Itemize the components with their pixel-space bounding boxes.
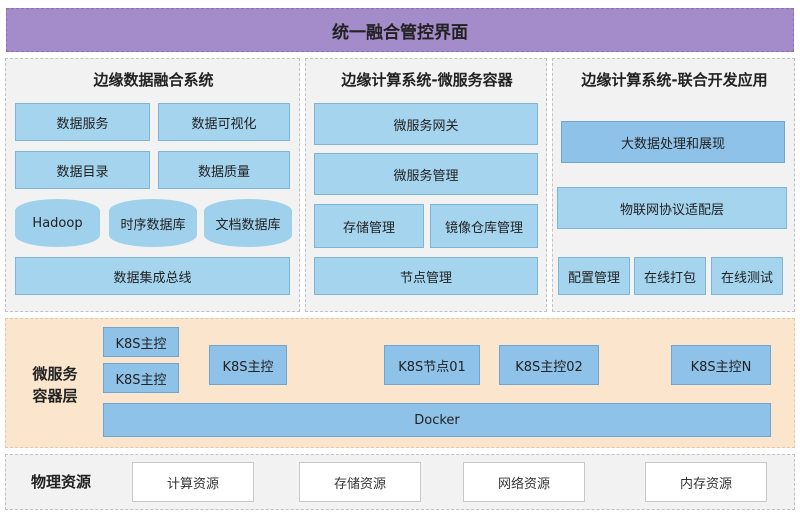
joint-dev-title: 边缘计算系统-联合开发应用 (581, 70, 768, 89)
k8s-master-box-c: K8S主控 (209, 345, 287, 385)
microservice-gateway-box: 微服务网关 (314, 103, 538, 145)
online-packaging-box: 在线打包 (634, 257, 706, 295)
data-integration-bus: 数据集成总线 (15, 257, 290, 295)
microservice-layer-label-line2: 容器层 (32, 387, 78, 405)
network-resource-box: 网络资源 (463, 462, 585, 502)
k8s-master-box-b: K8S主控 (103, 363, 179, 393)
compute-resource-box: 计算资源 (132, 462, 254, 502)
data-service-box: 数据服务 (15, 103, 150, 141)
microservice-container-layer: 微服务 容器层 K8S主控 K8S主控 K8S主控 K8S节点01 K8S主控0… (5, 318, 795, 448)
data-visualization-box: 数据可视化 (158, 103, 290, 141)
physical-resources-label: 物理资源 (30, 473, 91, 491)
bigdata-processing-box: 大数据处理和展现 (561, 121, 785, 163)
config-management-box: 配置管理 (558, 257, 630, 295)
data-quality-box: 数据质量 (158, 151, 290, 189)
physical-resources-layer: 物理资源 计算资源 存储资源 网络资源 内存资源 (5, 454, 795, 510)
online-testing-box: 在线测试 (711, 257, 783, 295)
image-registry-box: 镜像仓库管理 (430, 204, 538, 248)
unified-control-title: 统一融合管控界面 (6, 8, 794, 52)
docker-box: Docker (103, 403, 771, 437)
microservice-layer-label: 微服务 容器层 (20, 363, 90, 407)
microservice-management-box: 微服务管理 (314, 153, 538, 195)
storage-resource-box: 存储资源 (299, 462, 421, 502)
joint-dev-panel: 边缘计算系统-联合开发应用 大数据处理和展现 物联网协议适配层 配置管理 在线打… (552, 58, 795, 312)
document-db-cylinder: 文档数据库 (204, 199, 292, 247)
storage-management-box: 存储管理 (314, 204, 424, 248)
hadoop-cylinder: Hadoop (15, 199, 100, 247)
node-management-box: 节点管理 (314, 257, 538, 295)
k8s-master-box-a: K8S主控 (103, 327, 179, 357)
k8s-masterN-box: K8S主控N (671, 345, 771, 385)
microservice-layer-label-line1: 微服务 (32, 365, 78, 383)
data-fusion-title: 边缘数据融合系统 (93, 70, 214, 89)
timeseries-db-cylinder: 时序数据库 (109, 199, 197, 247)
iot-protocol-box: 物联网协议适配层 (557, 187, 787, 229)
data-fusion-panel: 边缘数据融合系统 数据服务 数据可视化 数据目录 数据质量 Hadoop 时序数… (5, 58, 300, 312)
k8s-node01-box: K8S节点01 (384, 345, 480, 385)
data-catalog-box: 数据目录 (15, 151, 150, 189)
microservice-container-panel: 边缘计算系统-微服务容器 微服务网关 微服务管理 存储管理 镜像仓库管理 节点管… (305, 58, 547, 312)
microservice-container-title: 边缘计算系统-微服务容器 (341, 70, 513, 89)
memory-resource-box: 内存资源 (645, 462, 767, 502)
k8s-master02-box: K8S主控02 (499, 345, 599, 385)
